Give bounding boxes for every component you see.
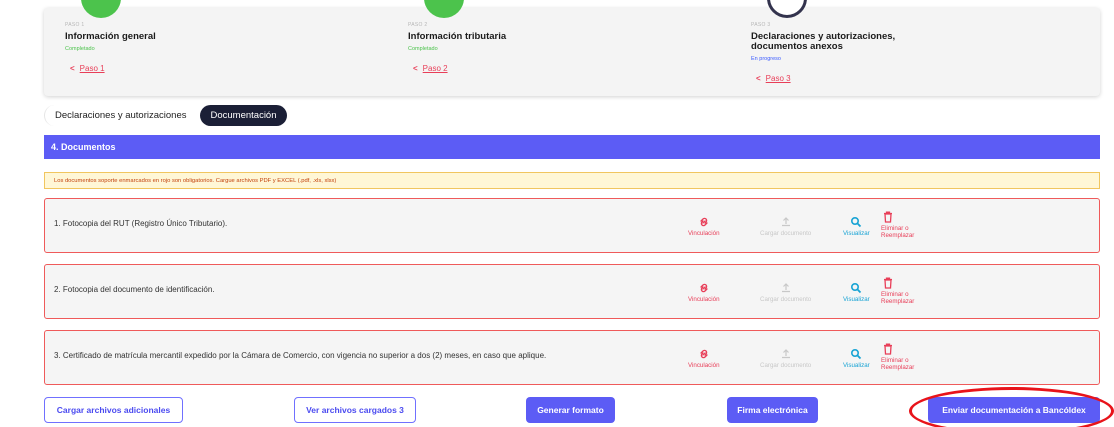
step-2-link[interactable]: < Paso 2 bbox=[413, 64, 448, 73]
chevron-left-icon: < bbox=[70, 64, 75, 73]
step-1-link[interactable]: < Paso 1 bbox=[70, 64, 105, 73]
visualizar-button[interactable]: Visualizar bbox=[843, 347, 870, 369]
cargar-documento-button[interactable]: Cargar documento bbox=[760, 215, 811, 237]
tab-bar: Declaraciones y autorizaciones Documenta… bbox=[44, 104, 287, 126]
step-1-check-icon bbox=[81, 0, 121, 18]
trash-icon bbox=[881, 342, 895, 356]
enviar-documentacion-button[interactable]: Enviar documentación a Bancóldex bbox=[928, 397, 1100, 423]
step-3-number: PASO 3 bbox=[751, 22, 771, 28]
section-title: 4. Documentos bbox=[44, 135, 1100, 159]
trash-icon bbox=[881, 210, 895, 224]
document-row: 2. Fotocopia del documento de identifica… bbox=[44, 264, 1100, 319]
warning-notice: Los documentos soporte enmarcados en roj… bbox=[44, 172, 1100, 189]
search-icon bbox=[849, 281, 863, 295]
step-2-number: PASO 2 bbox=[408, 22, 428, 28]
chevron-left-icon: < bbox=[756, 74, 761, 83]
trash-icon bbox=[881, 276, 895, 290]
step-2-status: Completado bbox=[408, 46, 438, 52]
vinculacion-button[interactable]: Vinculación bbox=[688, 215, 720, 237]
search-icon bbox=[849, 347, 863, 361]
step-1-status: Completado bbox=[65, 46, 95, 52]
step-3-progress-icon bbox=[767, 0, 807, 18]
link-icon bbox=[697, 281, 711, 295]
eliminar-button[interactable]: Eliminar o Reemplazar bbox=[881, 342, 914, 371]
vinculacion-button[interactable]: Vinculación bbox=[688, 281, 720, 303]
ver-archivos-cargados-button[interactable]: Ver archivos cargados 3 bbox=[294, 397, 416, 423]
steps-card: PASO 1 Información general Completado < P… bbox=[44, 0, 1100, 96]
firma-electronica-button[interactable]: Firma electrónica bbox=[727, 397, 818, 423]
step-1-title: Información general bbox=[65, 31, 156, 42]
cargar-documento-button[interactable]: Cargar documento bbox=[760, 281, 811, 303]
document-label: 1. Fotocopia del RUT (Registro Único Tri… bbox=[54, 219, 228, 228]
visualizar-button[interactable]: Visualizar bbox=[843, 215, 870, 237]
tab-documentacion[interactable]: Documentación bbox=[200, 104, 287, 126]
document-row: 3. Certificado de matrícula mercantil ex… bbox=[44, 330, 1100, 385]
step-2-title: Información tributaria bbox=[408, 31, 507, 42]
cargar-documento-button[interactable]: Cargar documento bbox=[760, 347, 811, 369]
generar-formato-button[interactable]: Generar formato bbox=[526, 397, 615, 423]
link-icon bbox=[697, 347, 711, 361]
visualizar-button[interactable]: Visualizar bbox=[843, 281, 870, 303]
eliminar-button[interactable]: Eliminar o Reemplazar bbox=[881, 276, 914, 305]
document-row: 1. Fotocopia del RUT (Registro Único Tri… bbox=[44, 198, 1100, 253]
document-label: 2. Fotocopia del documento de identifica… bbox=[54, 285, 215, 294]
upload-icon bbox=[779, 281, 793, 295]
upload-icon bbox=[779, 215, 793, 229]
link-icon bbox=[697, 215, 711, 229]
eliminar-button[interactable]: Eliminar o Reemplazar bbox=[881, 210, 914, 239]
step-3-link[interactable]: < Paso 3 bbox=[756, 74, 791, 83]
document-label: 3. Certificado de matrícula mercantil ex… bbox=[54, 351, 547, 360]
search-icon bbox=[849, 215, 863, 229]
step-3-status: En progreso bbox=[751, 56, 781, 62]
chevron-left-icon: < bbox=[413, 64, 418, 73]
vinculacion-button[interactable]: Vinculación bbox=[688, 347, 720, 369]
cargar-archivos-adicionales-button[interactable]: Cargar archivos adicionales bbox=[44, 397, 183, 423]
upload-icon bbox=[779, 347, 793, 361]
step-2-check-icon bbox=[424, 0, 464, 18]
tab-declaraciones[interactable]: Declaraciones y autorizaciones bbox=[44, 104, 197, 126]
step-3-title-line2: documentos anexos bbox=[751, 41, 843, 52]
step-1-number: PASO 1 bbox=[65, 22, 85, 28]
